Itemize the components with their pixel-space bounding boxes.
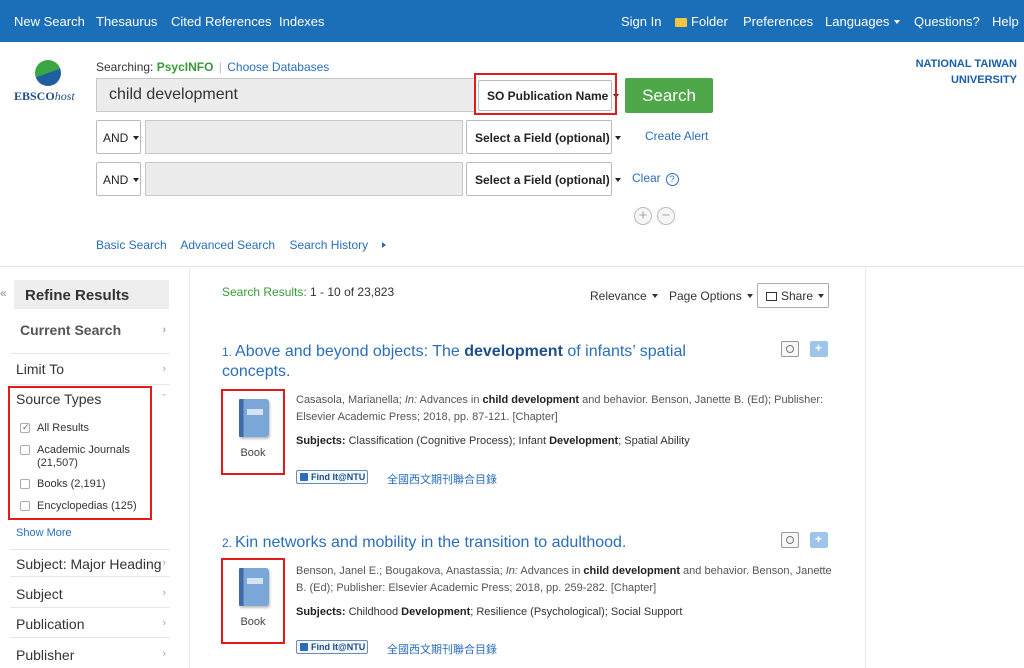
- basic-search-link[interactable]: Basic Search: [96, 238, 167, 252]
- institution-name: NATIONAL TAIWAN UNIVERSITY: [915, 58, 1017, 86]
- collapse-sidebar-icon[interactable]: «: [0, 286, 7, 300]
- sidebar-limit-to[interactable]: Limit To ›: [10, 361, 170, 385]
- caret-down-icon: [133, 136, 140, 140]
- union-catalog-link[interactable]: 全國西文期刊聯合目錄: [387, 471, 497, 487]
- boolean-select-3[interactable]: AND: [96, 162, 141, 196]
- result-title-link[interactable]: 2. Kin networks and mobility in the trans…: [222, 533, 742, 553]
- nav-thesaurus[interactable]: Thesaurus: [96, 14, 157, 29]
- results-right-divider: [865, 268, 866, 668]
- search-history-link[interactable]: Search History: [289, 238, 397, 252]
- nav-folder[interactable]: Folder: [675, 14, 728, 29]
- sidebar-current-search[interactable]: Current Search ›: [10, 322, 170, 354]
- search-input-2[interactable]: [145, 120, 463, 154]
- share-icon: [766, 292, 777, 301]
- sidebar-facet-publication[interactable]: Publication ›: [10, 610, 170, 638]
- find-it-ntu-button[interactable]: Find It@NTU: [296, 640, 368, 654]
- result-subjects: Subjects: Childhood Development; Resilie…: [296, 606, 683, 618]
- caret-down-icon: [894, 20, 901, 24]
- nav-sign-in[interactable]: Sign In: [621, 14, 661, 29]
- chevron-right-icon: ›: [162, 363, 166, 375]
- preview-magnifier-icon[interactable]: [781, 341, 799, 357]
- nav-help[interactable]: Help: [992, 14, 1019, 29]
- search-input[interactable]: child development: [96, 78, 475, 112]
- page-options-dropdown[interactable]: Page Options: [669, 289, 753, 303]
- relevance-dropdown[interactable]: Relevance: [590, 289, 658, 303]
- chevron-down-icon: ˇ: [162, 393, 166, 405]
- advanced-search-link[interactable]: Advanced Search: [180, 238, 275, 252]
- search-button[interactable]: Search: [625, 78, 713, 113]
- add-to-folder-icon[interactable]: [810, 341, 828, 357]
- header-divider: [0, 266, 1024, 267]
- clear-link[interactable]: Clear?: [632, 171, 679, 186]
- logo-wordmark: EBSCOhost: [14, 89, 75, 103]
- highlight-box-source-types: [8, 386, 152, 520]
- nav-preferences[interactable]: Preferences: [743, 14, 813, 29]
- highlight-box-field: [474, 73, 617, 115]
- nav-questions[interactable]: Questions?: [914, 14, 980, 29]
- caret-down-icon: [614, 178, 621, 182]
- refine-results-title: Refine Results: [14, 280, 169, 309]
- result-type-book[interactable]: Book: [221, 558, 285, 644]
- chevron-right-icon: ›: [162, 617, 166, 629]
- folder-icon: [675, 18, 687, 27]
- database-name: PsycINFO: [156, 60, 214, 74]
- chevron-right-icon: ›: [162, 648, 166, 660]
- chevron-right-icon: ›: [162, 324, 166, 336]
- chevron-right-icon: ›: [162, 587, 166, 599]
- remove-row-icon[interactable]: −: [657, 207, 675, 225]
- show-more-link[interactable]: Show More: [16, 527, 72, 539]
- nav-new-search[interactable]: New Search: [14, 14, 85, 29]
- search-input-3[interactable]: [145, 162, 463, 196]
- help-icon[interactable]: ?: [665, 173, 679, 186]
- union-catalog-link[interactable]: 全國西文期刊聯合目錄: [387, 641, 497, 657]
- result-type-book[interactable]: Book: [221, 389, 285, 475]
- caret-down-icon: [746, 294, 753, 298]
- nav-indexes[interactable]: Indexes: [279, 14, 325, 29]
- searching-database-label: Searching: PsycINFO | Choose Databases: [96, 60, 330, 74]
- choose-databases-link[interactable]: Choose Databases: [227, 60, 329, 74]
- share-button[interactable]: Share: [757, 283, 829, 308]
- caret-down-icon: [614, 136, 621, 140]
- ebsco-logo-icon: [35, 60, 61, 86]
- find-it-ntu-button[interactable]: Find It@NTU: [296, 470, 368, 484]
- nav-folder-label: Folder: [691, 14, 728, 29]
- result-title-link[interactable]: 1. Above and beyond objects: The developm…: [222, 342, 742, 382]
- caret-down-icon: [651, 294, 658, 298]
- nav-languages[interactable]: Languages: [825, 14, 901, 29]
- result-citation: Benson, Janel E.; Bougakova, Anastassia;…: [296, 565, 832, 594]
- add-row-icon[interactable]: +: [634, 207, 652, 225]
- result-subjects: Subjects: Classification (Cognitive Proc…: [296, 435, 690, 447]
- add-to-folder-icon[interactable]: [810, 532, 828, 548]
- boolean-select-2[interactable]: AND: [96, 120, 141, 154]
- sidebar-facet-publisher[interactable]: Publisher ›: [10, 641, 170, 668]
- caret-down-icon: [818, 294, 825, 298]
- top-navigation-bar: New Search Thesaurus Cited References In…: [0, 0, 1024, 42]
- results-count: Search Results: 1 - 10 of 23,823: [222, 285, 395, 299]
- ebscohost-logo[interactable]: EBSCOhost: [14, 60, 82, 104]
- caret-down-icon: [133, 178, 140, 182]
- field-select-2[interactable]: Select a Field (optional): [466, 120, 621, 154]
- book-icon: [239, 399, 269, 437]
- sidebar-divider: [189, 268, 190, 668]
- arrow-right-icon: [382, 242, 387, 248]
- result-citation: Casasola, Marianella; In: Advances in ch…: [296, 394, 824, 423]
- sidebar-facet-major-heading[interactable]: Subject: Major Heading ›: [10, 549, 170, 577]
- nav-cited-references[interactable]: Cited References: [171, 14, 271, 29]
- field-select-3[interactable]: Select a Field (optional): [466, 162, 621, 196]
- preview-magnifier-icon[interactable]: [781, 532, 799, 548]
- chevron-right-icon: ›: [162, 557, 166, 569]
- nav-languages-label: Languages: [825, 14, 890, 29]
- create-alert-link[interactable]: Create Alert: [645, 129, 708, 143]
- sidebar-facet-subject[interactable]: Subject ›: [10, 580, 170, 608]
- search-mode-links: Basic Search Advanced Search Search Hist…: [96, 238, 408, 252]
- book-icon: [239, 568, 269, 606]
